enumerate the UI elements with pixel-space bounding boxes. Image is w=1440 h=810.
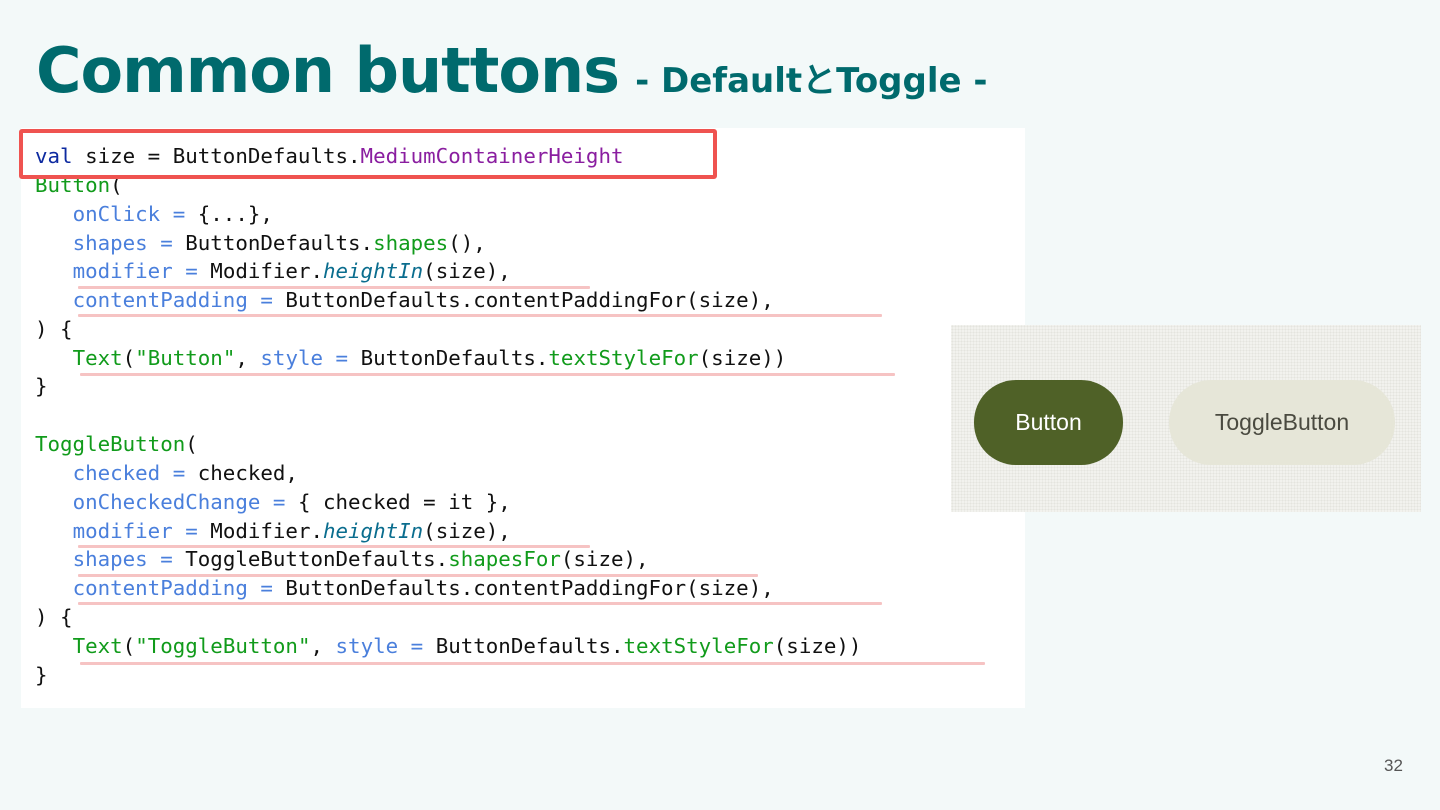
code-text: ButtonDefaults.contentPaddingFor(size), [272,576,774,600]
code-parameter: style = [335,634,424,658]
code-text: } [35,663,48,687]
code-line-10: ToggleButton( [35,430,198,458]
code-text: ( [122,634,136,658]
code-parameter: shapes = [72,231,173,255]
code-text: ) { [35,605,73,629]
code-parameter: shapes = [72,547,173,571]
code-line-16: ) { [35,603,73,631]
highlight-underline [78,286,590,289]
code-line-13: modifier = Modifier.heightIn(size), [35,517,511,545]
code-text: , [310,634,336,658]
code-parameter: contentPadding = [72,576,273,600]
code-parameter: style = [260,346,349,370]
code-parameter: modifier = [72,259,198,283]
highlight-underline [80,662,985,665]
code-function: shapesFor [448,547,561,571]
code-text: (size), [423,259,511,283]
code-line-8: Text("Button", style = ButtonDefaults.te… [35,344,787,372]
slide-title-main: Common buttons [36,34,620,107]
highlight-underline [78,574,758,577]
code-text: ButtonDefaults. [172,231,374,255]
preview-button[interactable]: Button [974,380,1123,465]
code-parameter: onClick = [72,202,186,226]
code-text: {...}, [185,202,273,226]
code-text: (), [448,231,486,255]
code-line-4: shapes = ButtonDefaults.shapes(), [35,229,486,257]
slide-subtitle: - DefaultとToggle - [635,61,988,101]
code-line-17: Text("ToggleButton", style = ButtonDefau… [35,632,862,660]
code-string: "Button" [135,346,236,370]
code-line-5: modifier = Modifier.heightIn(size), [35,257,511,285]
code-text: } [35,374,48,398]
page-number: 32 [1384,756,1403,775]
code-snippet: val size = ButtonDefaults.MediumContaine… [21,128,1025,708]
highlight-underline [78,602,882,605]
code-function: ToggleButton [35,432,186,456]
highlight-underline [78,314,882,317]
code-text: ButtonDefaults. [423,634,624,658]
code-text: , [235,346,261,370]
code-line-15: contentPadding = ButtonDefaults.contentP… [35,574,774,602]
code-text: Modifier. [197,519,323,543]
code-function: Text [72,346,123,370]
code-parameter: checked = [72,461,186,485]
code-line-7: ) { [35,315,73,343]
code-function: textStyleFor [548,346,699,370]
code-text: ) { [35,317,73,341]
code-line-18: } [35,661,48,689]
code-text: Modifier. [197,259,323,283]
code-text: (size)) [698,346,787,370]
code-line-6: contentPadding = ButtonDefaults.contentP… [35,286,774,314]
code-line-9: } [35,372,48,400]
code-text: { checked = it }, [285,490,511,514]
code-extension-function: heightIn [323,259,424,283]
code-parameter: onCheckedChange = [72,490,286,514]
code-function: Text [72,634,123,658]
button-preview: Button ToggleButton [951,325,1421,512]
code-text: (size), [560,547,649,571]
code-text: ButtonDefaults. [348,346,549,370]
code-text: ( [122,346,136,370]
code-text: ButtonDefaults.contentPaddingFor(size), [272,288,774,312]
code-function: textStyleFor [623,634,774,658]
code-line-3: onClick = {...}, [35,200,273,228]
code-text: checked, [185,461,298,485]
code-extension-function: heightIn [323,519,424,543]
code-text: ToggleButtonDefaults. [172,547,449,571]
code-line-14: shapes = ToggleButtonDefaults.shapesFor(… [35,545,649,573]
code-parameter: contentPadding = [72,288,273,312]
highlight-box [19,129,717,179]
code-text: (size)) [773,634,862,658]
code-function: shapes [373,231,449,255]
code-line-12: onCheckedChange = { checked = it }, [35,488,511,516]
code-text: ( [185,432,198,456]
code-string: "ToggleButton" [135,634,311,658]
code-parameter: modifier = [72,519,198,543]
highlight-underline [78,545,590,548]
preview-toggle-button[interactable]: ToggleButton [1169,380,1395,465]
code-line-11: checked = checked, [35,459,298,487]
slide-title: Common buttons - DefaultとToggle - [36,34,988,107]
code-text: (size), [423,519,511,543]
highlight-underline [80,373,895,376]
